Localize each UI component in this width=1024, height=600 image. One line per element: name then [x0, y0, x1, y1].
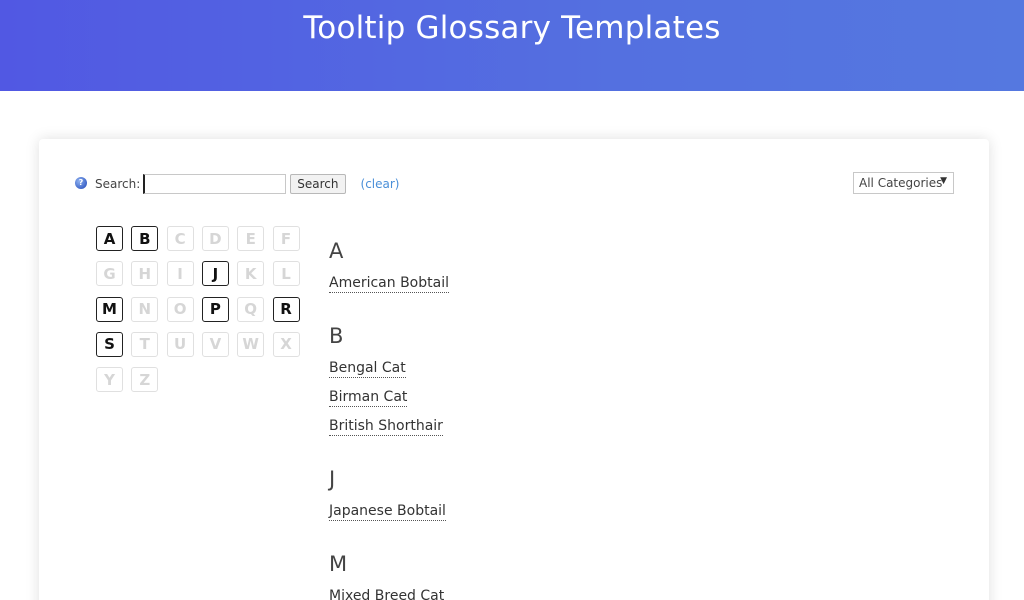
page-header: Tooltip Glossary Templates: [0, 0, 1024, 91]
letter-x: X: [272, 331, 300, 357]
letter-p[interactable]: P: [201, 296, 229, 322]
glossary-term-link[interactable]: Birman Cat: [329, 389, 408, 407]
letter-c: C: [166, 226, 194, 251]
letter-y: Y: [96, 367, 123, 393]
letter-e: E: [237, 226, 265, 251]
glossary-term-link[interactable]: Mixed Breed Cat: [329, 588, 444, 600]
glossary-term-link[interactable]: Bengal Cat: [329, 360, 406, 378]
search-label: Search:: [95, 177, 141, 191]
letter-n: N: [131, 296, 159, 322]
glossary-term-link[interactable]: American Bobtail: [329, 275, 449, 293]
question-icon[interactable]: ?: [75, 177, 87, 189]
letter-d: D: [201, 226, 229, 251]
letter-q: Q: [237, 296, 265, 322]
section-heading-b: B: [329, 324, 344, 348]
letter-z: Z: [131, 367, 159, 393]
letter-f: F: [272, 226, 300, 251]
letter-r[interactable]: R: [272, 296, 300, 322]
letter-k: K: [237, 261, 265, 287]
letter-a[interactable]: A: [96, 226, 123, 251]
letter-b[interactable]: B: [131, 226, 159, 251]
page-title: Tooltip Glossary Templates: [303, 10, 721, 46]
category-selected-value: All Categories: [859, 176, 943, 190]
section-heading-a: A: [329, 239, 344, 263]
section-heading-j: J: [329, 467, 336, 491]
search-bar: ? Search: Search (clear): [75, 173, 399, 195]
glossary-term-link[interactable]: Japanese Bobtail: [329, 503, 446, 521]
letter-s[interactable]: S: [96, 331, 123, 357]
letter-g: G: [96, 261, 123, 287]
letter-l: L: [272, 261, 300, 287]
search-input[interactable]: [143, 174, 287, 194]
letter-w: W: [237, 331, 265, 357]
letter-t: T: [131, 331, 159, 357]
letter-u: U: [166, 331, 194, 357]
glossary-term-link[interactable]: British Shorthair: [329, 418, 443, 436]
letter-h: H: [131, 261, 159, 287]
glossary-card: ? Search: Search (clear) All Categories …: [39, 139, 989, 600]
letter-j[interactable]: J: [201, 261, 229, 287]
category-select[interactable]: All Categories ▼: [853, 172, 954, 194]
dropdown-arrow-icon: ▼: [940, 176, 947, 186]
section-heading-m: M: [329, 552, 348, 576]
letter-v: V: [201, 331, 229, 357]
letter-i: I: [166, 261, 194, 287]
clear-link[interactable]: (clear): [361, 177, 400, 191]
letter-o: O: [166, 296, 194, 322]
letter-m[interactable]: M: [96, 296, 123, 322]
search-button[interactable]: Search: [290, 174, 346, 194]
